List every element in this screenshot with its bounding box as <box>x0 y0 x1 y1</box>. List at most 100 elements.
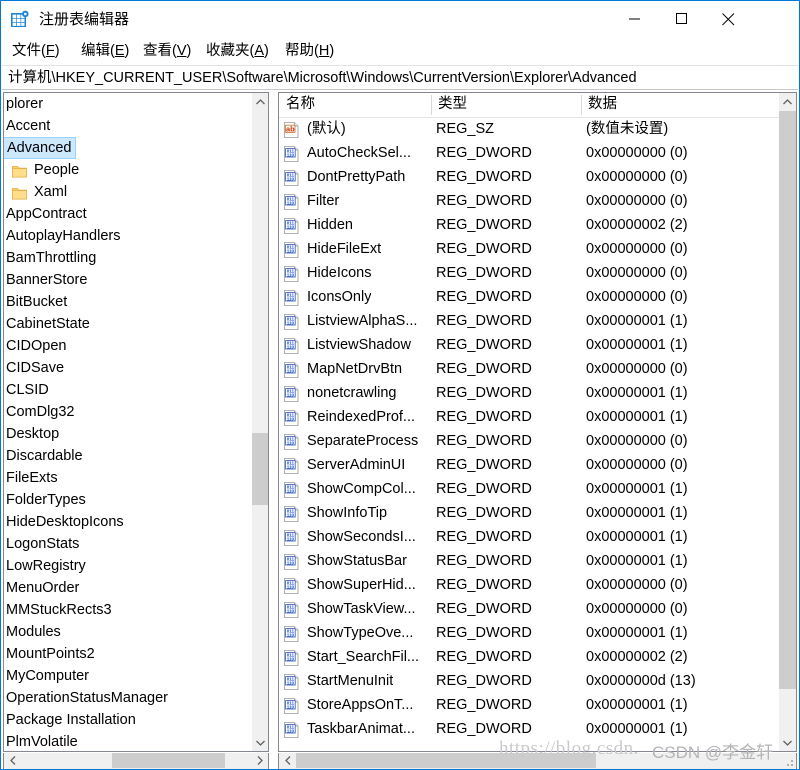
list-horizontal-scrollbar[interactable] <box>278 753 797 769</box>
tree-scroll-up-icon[interactable] <box>252 93 268 110</box>
value-row[interactable]: 011 110 ListviewShadow REG_DWORD 0x00000001 … <box>279 333 779 357</box>
value-name: TaskbarAnimat... <box>307 721 415 737</box>
list-vertical-scroll-thumb[interactable] <box>779 111 796 689</box>
tree-item-12[interactable]: CIDOpen <box>4 335 252 357</box>
tree-item-4[interactable]: People <box>4 159 252 181</box>
value-row[interactable]: 011 110 Hidden REG_DWORD 0x00000002 (2) <box>279 213 779 237</box>
value-row[interactable]: 011 110 ShowTypeOve... REG_DWORD 0x00000001 … <box>279 621 779 645</box>
registry-values-list[interactable]: ab (默认) REG_SZ (数值未设置) 011 110 AutoCheckSel...… <box>279 117 779 751</box>
tree-horizontal-scroll-thumb[interactable] <box>112 753 225 768</box>
tree-item-26[interactable]: MountPoints2 <box>4 643 252 665</box>
tree-vertical-scroll-thumb[interactable] <box>252 433 268 505</box>
value-row[interactable]: 011 110 StoreAppsOnT... REG_DWORD 0x00000001… <box>279 693 779 717</box>
tree-item-9[interactable]: BannerStore <box>4 269 252 291</box>
value-row[interactable]: 011 110 SeparateProcess REG_DWORD 0x00000000… <box>279 429 779 453</box>
value-row[interactable]: 011 110 IconsOnly REG_DWORD 0x00000000 (0) <box>279 285 779 309</box>
value-row[interactable]: 011 110 ShowTaskView... REG_DWORD 0x00000000… <box>279 597 779 621</box>
tree-item-18[interactable]: FileExts <box>4 467 252 489</box>
tree-item-19[interactable]: FolderTypes <box>4 489 252 511</box>
window-resize-grip[interactable] <box>781 754 795 768</box>
tree-item-24[interactable]: MMStuckRects3 <box>4 599 252 621</box>
value-row[interactable]: 011 110 MapNetDrvBtn REG_DWORD 0x00000000 (0… <box>279 357 779 381</box>
value-data: 0x00000001 (1) <box>586 481 688 497</box>
tree-item-7[interactable]: AutoplayHandlers <box>4 225 252 247</box>
list-scroll-left-icon[interactable] <box>279 753 296 768</box>
tree-item-25[interactable]: Modules <box>4 621 252 643</box>
menu-item-4[interactable]: 收藏夹(A) <box>203 40 272 62</box>
value-row[interactable]: 011 110 ShowStatusBar REG_DWORD 0x00000001 (… <box>279 549 779 573</box>
tree-item-6[interactable]: AppContract <box>4 203 252 225</box>
tree-item-11[interactable]: CabinetState <box>4 313 252 335</box>
svg-text:110: 110 <box>287 272 295 277</box>
value-row[interactable]: 011 110 ListviewAlphaS... REG_DWORD 0x000000… <box>279 309 779 333</box>
svg-text:110: 110 <box>287 176 295 181</box>
tree-item-3[interactable]: Advanced <box>4 137 252 159</box>
tree-scroll-right-icon[interactable] <box>251 753 268 768</box>
registry-path: 计算机\HKEY_CURRENT_USER\Software\Microsoft… <box>8 70 637 86</box>
tree-item-16[interactable]: Desktop <box>4 423 252 445</box>
column-header-1[interactable]: 名称 <box>279 93 431 116</box>
tree-scroll-down-icon[interactable] <box>252 734 268 751</box>
tree-item-15[interactable]: ComDlg32 <box>4 401 252 423</box>
tree-item-label: CLSID <box>6 382 49 398</box>
value-name: DontPrettyPath <box>307 169 406 185</box>
maximize-button[interactable] <box>658 1 705 37</box>
value-row[interactable]: 011 110 AutoCheckSel... REG_DWORD 0x00000000… <box>279 141 779 165</box>
tree-item-29[interactable]: Package Installation <box>4 709 252 731</box>
column-divider[interactable] <box>581 95 582 115</box>
tree-item-23[interactable]: MenuOrder <box>4 577 252 599</box>
tree-item-10[interactable]: BitBucket <box>4 291 252 313</box>
tree-item-8[interactable]: BamThrottling <box>4 247 252 269</box>
column-header-3[interactable]: 数据 <box>581 93 779 116</box>
menu-item-3[interactable]: 查看(V) <box>140 40 194 62</box>
menu-item-5[interactable]: 帮助(H) <box>282 40 337 62</box>
value-row[interactable]: 011 110 ServerAdminUI REG_DWORD 0x00000000 (… <box>279 453 779 477</box>
value-row[interactable]: 011 110 HideIcons REG_DWORD 0x00000000 (0) <box>279 261 779 285</box>
column-divider[interactable] <box>431 95 432 115</box>
tree-item-13[interactable]: CIDSave <box>4 357 252 379</box>
list-scroll-down-icon[interactable] <box>779 734 796 751</box>
value-row[interactable]: 011 110 ShowCompCol... REG_DWORD 0x00000001 … <box>279 477 779 501</box>
tree-item-1[interactable]: plorer <box>4 93 252 115</box>
value-row[interactable]: 011 110 StartMenuInit REG_DWORD 0x0000000d (… <box>279 669 779 693</box>
tree-item-14[interactable]: CLSID <box>4 379 252 401</box>
value-row[interactable]: 011 110 nonetcrawling REG_DWORD 0x00000001 (… <box>279 381 779 405</box>
value-row[interactable]: ab (默认) REG_SZ (数值未设置) <box>279 117 779 141</box>
value-row[interactable]: 011 110 DontPrettyPath REG_DWORD 0x00000000 … <box>279 165 779 189</box>
value-row[interactable]: 011 110 TaskbarAnimat... REG_DWORD 0x0000000… <box>279 717 779 741</box>
value-row[interactable]: 011 110 ReindexedProf... REG_DWORD 0x0000000… <box>279 405 779 429</box>
value-row[interactable]: 011 110 Filter REG_DWORD 0x00000000 (0) <box>279 189 779 213</box>
tree-item-21[interactable]: LogonStats <box>4 533 252 555</box>
svg-text:110: 110 <box>287 440 295 445</box>
tree-item-5[interactable]: Xaml <box>4 181 252 203</box>
tree-item-2[interactable]: Accent <box>4 115 252 137</box>
list-scroll-up-icon[interactable] <box>779 93 796 110</box>
list-vertical-scrollbar[interactable] <box>779 93 796 751</box>
value-row[interactable]: 011 110 Start_SearchFil... REG_DWORD 0x00000… <box>279 645 779 669</box>
close-button[interactable] <box>705 1 752 37</box>
list-horizontal-scroll-thumb[interactable] <box>296 753 596 768</box>
value-row[interactable]: 011 110 ShowInfoTip REG_DWORD 0x00000001 (1) <box>279 501 779 525</box>
tree-vertical-scrollbar[interactable] <box>251 93 268 751</box>
tree-scroll-left-icon[interactable] <box>4 753 21 768</box>
tree-item-20[interactable]: HideDesktopIcons <box>4 511 252 533</box>
value-row[interactable]: 011 110 ShowSecondsI... REG_DWORD 0x00000001… <box>279 525 779 549</box>
minimize-button[interactable] <box>611 1 658 37</box>
menu-item-2[interactable]: 编辑(E) <box>78 40 132 62</box>
value-row[interactable]: 011 110 HideFileExt REG_DWORD 0x00000000 (0) <box>279 237 779 261</box>
address-bar[interactable]: 计算机\HKEY_CURRENT_USER\Software\Microsoft… <box>2 65 798 90</box>
tree-item-28[interactable]: OperationStatusManager <box>4 687 252 709</box>
tree-item-30[interactable]: PlmVolatile <box>4 731 252 751</box>
dword-value-icon: 011 110 <box>283 457 300 474</box>
registry-editor-icon <box>10 10 30 30</box>
value-data: 0x0000000d (13) <box>586 673 696 689</box>
registry-tree[interactable]: plorer Accent Advanced People Xaml AppContrac… <box>4 93 252 751</box>
tree-horizontal-scrollbar[interactable] <box>3 753 269 769</box>
menu-item-1[interactable]: 文件(F) <box>9 40 63 62</box>
tree-item-27[interactable]: MyComputer <box>4 665 252 687</box>
pane-splitter[interactable] <box>270 92 277 769</box>
value-row[interactable]: 011 110 ShowSuperHid... REG_DWORD 0x00000000… <box>279 573 779 597</box>
tree-item-22[interactable]: LowRegistry <box>4 555 252 577</box>
column-header-2[interactable]: 类型 <box>431 93 581 116</box>
tree-item-17[interactable]: Discardable <box>4 445 252 467</box>
